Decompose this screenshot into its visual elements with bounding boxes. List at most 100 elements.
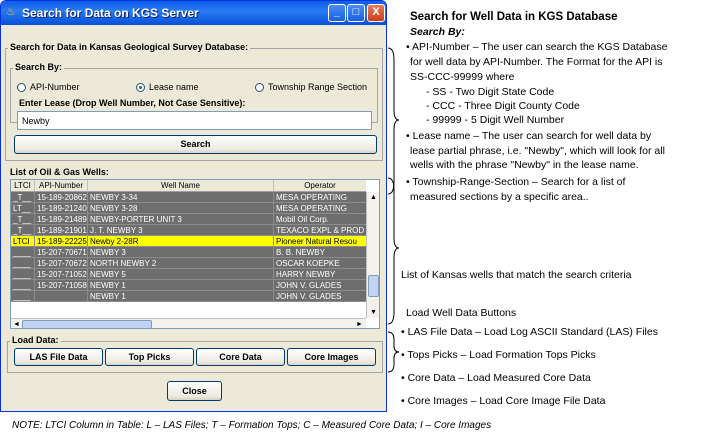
horizontal-scrollbar[interactable]: ◄ ► <box>11 318 366 328</box>
annotation-load-line: • Core Images – Load Core Image File Dat… <box>401 395 606 407</box>
api-cell: 15-189-21901 <box>37 225 88 235</box>
ltci-cell: _T__ <box>11 214 35 224</box>
well-name-cell: NEWBY-PORTER UNIT 3 <box>88 214 274 224</box>
core-images-button[interactable]: Core Images <box>287 348 376 366</box>
radio-dot-selected[interactable] <box>136 82 145 92</box>
api-cell: 15-189-21489 <box>37 214 88 224</box>
scroll-down-icon[interactable]: ▼ <box>370 308 377 317</box>
load-brace-icon <box>387 331 400 373</box>
annotation-api-line: for well data by API-Number. The Format … <box>410 56 663 68</box>
title-bar[interactable]: ♨ Search for Data on KGS Server _ □ X <box>1 1 386 25</box>
well-name-cell: NEWBY 5 <box>88 269 274 279</box>
well-name-cell: J. T. NEWBY 3 <box>88 225 274 235</box>
api-cell: 15-207-70672 <box>37 258 88 268</box>
kgs-search-dialog: ♨ Search for Data on KGS Server _ □ X Se… <box>0 0 387 412</box>
column-header-operator[interactable]: Operator <box>274 180 366 191</box>
api-cell: 15-207-71058 <box>37 280 88 290</box>
table-row[interactable]: _T__ 15-189-21489 NEWBY-PORTER UNIT 3 Mobil… <box>11 214 366 225</box>
annotation-load-line: • LAS File Data – Load Log ASCII Standar… <box>401 326 658 338</box>
annotation-trs-line: measured sections by a specific area.. <box>410 191 589 203</box>
ltci-cell: ____ <box>11 258 35 268</box>
radio-label: Township Range Section <box>268 82 368 92</box>
well-name-cell: NEWBY 1 <box>88 280 274 290</box>
table-header: LTCI API-Number Well Name Operator <box>11 180 366 192</box>
well-name-cell: NORTH NEWBY 2 <box>88 258 274 268</box>
annotation-trs-line: • Township-Range-Section – Search for a … <box>406 176 626 188</box>
well-name-cell: NEWBY 3 <box>88 247 274 257</box>
vertical-scrollbar[interactable]: ▲ ▼ <box>366 192 379 318</box>
maximize-button[interactable]: □ <box>347 4 365 22</box>
radio-lease-name[interactable]: Lease name <box>136 82 199 92</box>
radio-dot[interactable] <box>17 82 26 92</box>
annotation-load-heading: Load Well Data Buttons <box>406 307 517 319</box>
api-cell: 15-189-22225 <box>37 236 88 246</box>
annotation-lease-line: • Lease name – The user can search for w… <box>406 130 652 142</box>
operator-cell: B. B. NEWBY <box>276 248 325 257</box>
column-header-api[interactable]: API-Number <box>35 180 88 191</box>
operator-cell: JOHN V. GLADES <box>276 292 342 301</box>
annotation-api-line: - SS - Two Digit State Code <box>426 86 555 98</box>
ltci-cell: LTCI <box>11 236 35 246</box>
scroll-right-icon[interactable]: ► <box>356 320 363 328</box>
api-cell: 15-189-20862 <box>37 192 88 202</box>
scroll-up-icon[interactable]: ▲ <box>370 193 377 202</box>
ltci-cell: ____ <box>11 291 35 301</box>
table-row[interactable]: ____ 15-207-71052 NEWBY 5 HARRY NEWBY <box>11 269 366 280</box>
annotation-api-line: SS-CCC-99999 where <box>410 71 515 83</box>
well-name-cell: NEWBY 3-34 <box>88 192 274 202</box>
table-row[interactable]: _T__ 15-189-21901 J. T. NEWBY 3 TEXACO EXPL… <box>11 225 366 236</box>
wells-group-title: List of Oil & Gas Wells: <box>8 167 111 177</box>
api-cell: 15-189-21240 <box>37 203 88 213</box>
horizontal-scroll-thumb[interactable] <box>22 320 152 328</box>
table-body: _T__ 15-189-20862 NEWBY 3-34 MESA OPERATING… <box>11 192 366 302</box>
close-button[interactable]: Close <box>167 381 222 401</box>
ltci-cell: ____ <box>11 269 35 279</box>
table-row[interactable]: LT__ 15-189-21240 NEWBY 3-28 MESA OPERATING <box>11 203 366 214</box>
annotation-heading: Search for Well Data in KGS Database <box>410 11 618 23</box>
api-cell: 15-207-71052 <box>37 269 88 279</box>
ltci-cell: LT__ <box>11 203 35 213</box>
column-header-well-name[interactable]: Well Name <box>88 180 274 191</box>
lease-group-title: Enter Lease (Drop Well Number, Not Case … <box>19 98 246 108</box>
core-data-button[interactable]: Core Data <box>196 348 285 366</box>
annotation-list-note: List of Kansas wells that match the sear… <box>401 269 632 281</box>
annotation-lease-line: wells with the phrase "Newby" in the lea… <box>410 159 639 171</box>
ltci-cell: ____ <box>11 247 35 257</box>
table-row[interactable]: ____ NEWBY 1 JOHN V. GLADES <box>11 291 366 302</box>
ltci-cell: _T__ <box>11 192 35 202</box>
table-row[interactable]: ____ 15-207-71058 NEWBY 1 JOHN V. GLADES <box>11 280 366 291</box>
load-data-title: Load Data: <box>10 335 61 345</box>
scroll-left-icon[interactable]: ◄ <box>13 320 20 328</box>
annotation-api-line: • API-Number – The user can search the K… <box>406 41 668 53</box>
lease-input[interactable]: Newby <box>17 111 372 130</box>
well-name-cell: Newby 2-28R <box>88 236 274 246</box>
search-brace-icon <box>387 47 400 195</box>
well-name-cell: NEWBY 3-28 <box>88 203 274 213</box>
operator-cell: HARRY NEWBY <box>276 270 336 279</box>
vertical-scroll-thumb[interactable] <box>368 275 379 297</box>
operator-cell: OSCAR KOEPKE <box>276 259 340 268</box>
radio-api-number[interactable]: API-Number <box>17 82 80 92</box>
las-file-data-button[interactable]: LAS File Data <box>14 348 103 366</box>
radio-township-range-section[interactable]: Township Range Section <box>255 82 367 92</box>
search-button[interactable]: Search <box>14 135 377 154</box>
search-by-title: Search By: <box>13 62 65 72</box>
radio-label: API-Number <box>30 82 80 92</box>
top-picks-button[interactable]: Top Picks <box>105 348 194 366</box>
minimize-button[interactable]: _ <box>328 4 346 22</box>
annotation-load-line: • Tops Picks – Load Formation Tops Picks <box>401 349 596 361</box>
table-row[interactable]: ____ 15-207-70671 NEWBY 3 B. B. NEWBY <box>11 247 366 258</box>
table-row-selected[interactable]: LTCI 15-189-22225 Newby 2-28R Pioneer Natur… <box>11 236 366 247</box>
table-row[interactable]: _T__ 15-189-20862 NEWBY 3-34 MESA OPERATING <box>11 192 366 203</box>
close-window-button[interactable]: X <box>367 4 385 22</box>
column-header-ltci[interactable]: LTCI <box>11 180 35 191</box>
radio-dot[interactable] <box>255 82 264 92</box>
annotation-lease-line: lease partial phrase, i.e. "Newby", whic… <box>410 145 665 157</box>
api-cell: 15-207-70671 <box>37 247 88 257</box>
wells-table[interactable]: LTCI API-Number Well Name Operator _T__ 1… <box>10 179 380 329</box>
ltci-cell: _T__ <box>11 225 35 235</box>
table-row[interactable]: ____ 15-207-70672 NORTH NEWBY 2 OSCAR KOEPK… <box>11 258 366 269</box>
well-name-cell: NEWBY 1 <box>88 291 274 301</box>
annotation-load-line: • Core Data – Load Measured Core Data <box>401 372 591 384</box>
java-app-icon: ♨ <box>6 6 16 18</box>
